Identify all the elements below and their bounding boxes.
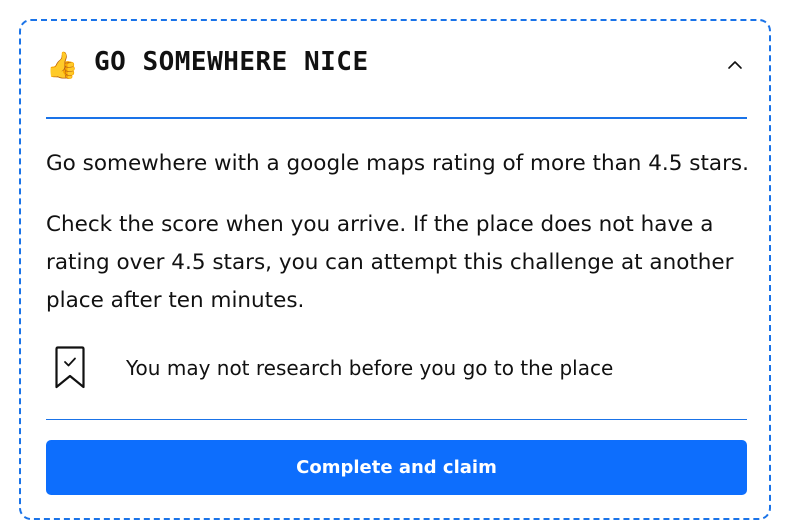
challenge-header[interactable]: 👍 GO SOMEWHERE NICE (46, 41, 749, 93)
challenge-details: Check the score when you arrive. If the … (46, 212, 734, 313)
rule-item: You may not research before you go to th… (54, 346, 744, 390)
complete-and-claim-button[interactable]: Complete and claim (46, 440, 747, 495)
challenge-description: Go somewhere with a google maps rating o… (46, 151, 749, 176)
bookmark-check-icon (54, 346, 86, 390)
challenge-title: GO SOMEWHERE NICE (94, 47, 369, 77)
footer-divider (46, 419, 747, 420)
chevron-up-icon[interactable] (721, 51, 749, 79)
thumbs-up-icon: 👍 (46, 51, 79, 81)
header-divider (46, 117, 747, 119)
challenge-card: 👍 GO SOMEWHERE NICE Go somewhere with a … (19, 19, 771, 520)
rule-text: You may not research before you go to th… (126, 356, 614, 380)
